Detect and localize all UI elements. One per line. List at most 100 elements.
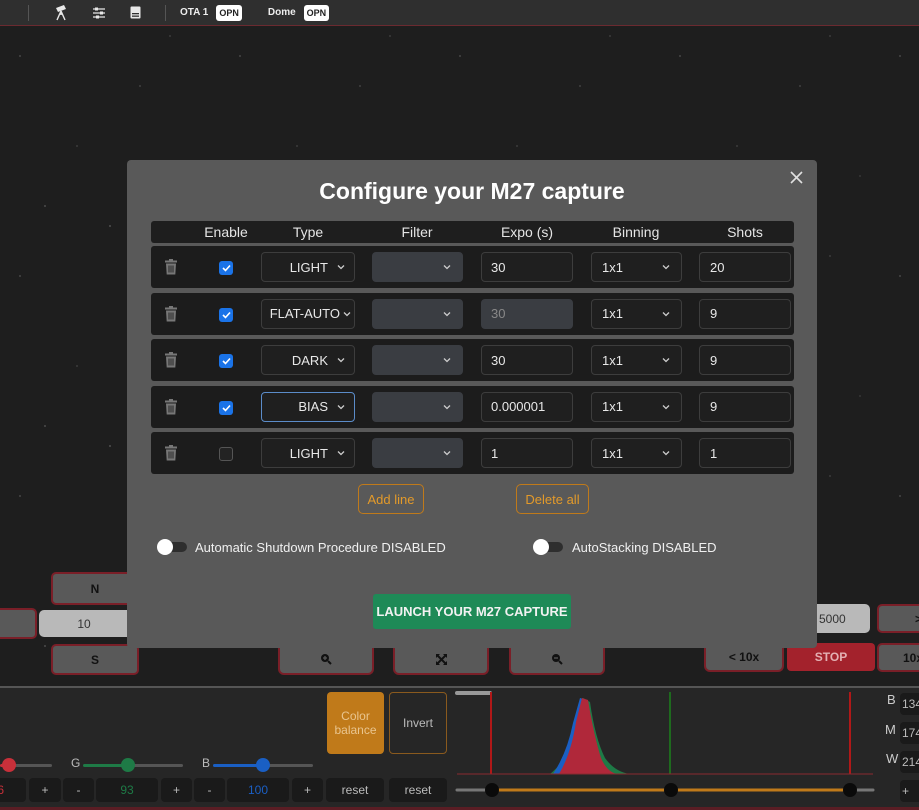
exposure-value: 30 [491, 259, 506, 275]
binning-select[interactable]: 1x1 [591, 298, 682, 329]
type-value: LIGHT [289, 259, 328, 275]
capture-row: DARK 30 1x1 9 [151, 339, 794, 381]
exposure-value: 30 [491, 352, 506, 368]
add-line-button[interactable]: Add line [358, 484, 424, 514]
exposure-input[interactable]: 30 [481, 252, 573, 282]
shots-input[interactable]: 20 [699, 252, 791, 282]
col-binning: Binning [612, 224, 660, 240]
blue-plus-button[interactable]: + [292, 778, 323, 802]
histogram [455, 692, 875, 797]
binning-select[interactable]: 1x1 [591, 252, 682, 282]
enable-checkbox[interactable] [219, 447, 233, 461]
close-icon[interactable] [785, 166, 807, 188]
next-button[interactable]: > [877, 604, 919, 633]
shots-value: 20 [710, 259, 725, 275]
green-minus-button[interactable]: - [63, 778, 94, 802]
green-plus-button[interactable]: + [161, 778, 192, 802]
type-select[interactable]: LIGHT [261, 438, 355, 468]
west-button[interactable] [0, 608, 37, 639]
type-select[interactable]: LIGHT [261, 252, 355, 282]
trash-icon[interactable] [164, 445, 178, 461]
binning-value: 1x1 [602, 399, 623, 414]
type-select[interactable]: DARK [261, 345, 355, 375]
enable-checkbox[interactable] [219, 307, 233, 322]
filter-select[interactable] [372, 345, 463, 375]
exposure-value: 1 [491, 445, 499, 461]
fullscreen-button[interactable] [393, 648, 489, 675]
trash-icon[interactable] [164, 398, 178, 415]
binning-select[interactable]: 1x1 [591, 438, 682, 468]
green-slider-handle[interactable] [121, 758, 135, 772]
filter-select[interactable] [372, 252, 463, 282]
exposure-input[interactable]: 5000 [817, 604, 870, 633]
exposure-input[interactable]: 30 [481, 345, 573, 375]
shots-input[interactable]: 9 [699, 391, 791, 422]
shots-input[interactable]: 1 [699, 438, 791, 468]
ota-status-badge[interactable]: OPN [216, 4, 242, 21]
dome-status-badge[interactable]: OPN [303, 4, 330, 21]
blue-minus-button[interactable]: - [194, 778, 225, 802]
book-icon[interactable] [125, 3, 145, 23]
trash-icon[interactable] [164, 259, 178, 275]
auto-shutdown-toggle[interactable] [157, 539, 187, 555]
trash-icon[interactable] [164, 305, 178, 322]
red-slider-track[interactable] [14, 764, 52, 767]
binning-value: 1x1 [602, 306, 623, 321]
image-adjust-panel: Color balance Invert G B 6 + - 93 + - 10… [0, 686, 919, 810]
filter-select[interactable] [372, 298, 463, 329]
south-button[interactable]: S [51, 644, 139, 675]
autostacking-toggle[interactable] [533, 539, 563, 555]
type-value: BIAS [298, 399, 328, 414]
green-slider-track[interactable] [129, 764, 183, 767]
filter-select[interactable] [372, 391, 463, 422]
faster-button[interactable]: 10x [877, 643, 919, 672]
launch-capture-button[interactable]: LAUNCH YOUR M27 CAPTURE [373, 594, 571, 629]
filter-select[interactable] [372, 438, 463, 468]
telescope-icon[interactable] [51, 3, 71, 23]
step-input[interactable]: 10 [39, 610, 129, 637]
zoom-out-icon [551, 653, 563, 668]
type-select[interactable]: BIAS [261, 391, 355, 422]
delete-all-button[interactable]: Delete all [516, 484, 589, 514]
sliders-icon[interactable] [89, 3, 109, 23]
slower-button[interactable]: < 10x [704, 644, 784, 672]
ota-label: OTA 1 [180, 7, 209, 18]
binning-select[interactable]: 1x1 [591, 345, 682, 375]
type-select[interactable]: FLAT-AUTO [261, 298, 355, 329]
exposure-input[interactable]: 30 [481, 298, 573, 329]
levels-w-input[interactable]: 214 [900, 751, 919, 773]
invert-button[interactable]: Invert [389, 692, 447, 754]
blue-value[interactable]: 100 [227, 778, 289, 802]
enable-checkbox[interactable] [219, 400, 233, 415]
exposure-input[interactable]: 0.000001 [481, 391, 573, 422]
dome-label: Dome [267, 7, 296, 18]
zoom-in-button[interactable] [278, 648, 374, 675]
invert-reset-button[interactable]: reset [389, 778, 447, 802]
north-button[interactable]: N [51, 572, 139, 605]
levels-plus-button[interactable]: + [900, 780, 919, 802]
black-point-handle [485, 783, 499, 797]
blue-slider-track[interactable] [263, 764, 313, 767]
trash-icon[interactable] [164, 352, 178, 368]
enable-checkbox[interactable] [219, 354, 233, 368]
levels-m-input[interactable]: 174 [900, 722, 919, 744]
enable-checkbox[interactable] [219, 261, 233, 275]
color-reset-button[interactable]: reset [326, 778, 384, 802]
levels-w-label: W [886, 751, 899, 766]
exposure-input[interactable]: 1 [481, 438, 573, 468]
chevron-down-icon [661, 355, 671, 365]
expand-icon [435, 653, 447, 668]
shots-input[interactable]: 9 [699, 298, 791, 329]
capture-row: BIAS 0.000001 1x1 9 [151, 385, 794, 428]
red-slider-handle[interactable] [2, 758, 16, 772]
blue-slider-handle[interactable] [256, 758, 270, 772]
green-value[interactable]: 93 [96, 778, 158, 802]
levels-m-label: M [885, 722, 896, 737]
color-balance-button[interactable]: Color balance [327, 692, 384, 754]
red-value[interactable]: 6 [0, 778, 26, 802]
shots-input[interactable]: 9 [699, 345, 791, 375]
red-plus-button[interactable]: + [29, 778, 61, 802]
binning-select[interactable]: 1x1 [591, 391, 682, 422]
zoom-out-button[interactable] [509, 648, 605, 675]
levels-b-input[interactable]: 134 [900, 693, 919, 715]
